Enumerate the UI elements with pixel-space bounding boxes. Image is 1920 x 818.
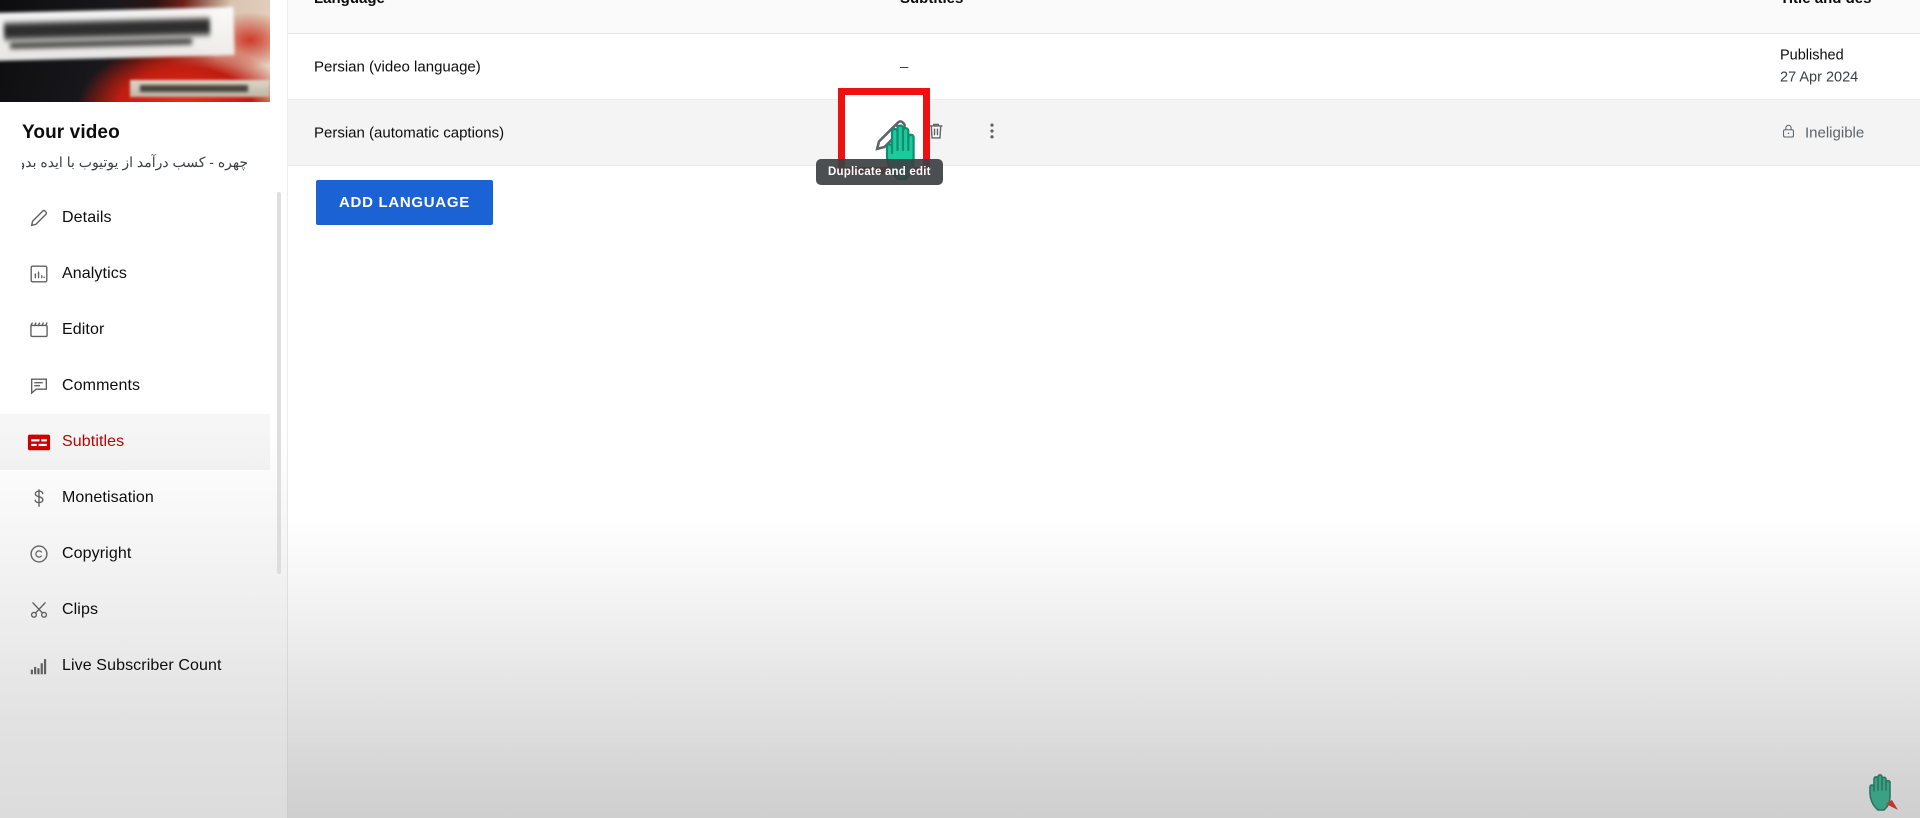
column-header-title-and-description: Title and des [1780, 0, 1871, 7]
scissors-icon [16, 599, 62, 621]
table-row[interactable]: Persian (automatic captions) Duplicate a… [288, 87, 1920, 185]
kebab-menu-icon [981, 120, 1003, 145]
table-row[interactable]: Persian (video language) – Published 27 … [288, 34, 1920, 100]
copyright-icon [16, 543, 62, 565]
sidebar-item-analytics[interactable]: Analytics [0, 246, 270, 302]
row-status: Published 27 Apr 2024 [1780, 44, 1858, 89]
video-meta: Your video چهره - کسب درآمد از یوتیوب با… [0, 102, 270, 171]
sidebar-item-editor[interactable]: Editor [0, 302, 270, 358]
duplicate-and-edit-button[interactable]: Duplicate and edit [816, 87, 943, 185]
video-sidebar: Your video چهره - کسب درآمد از یوتیوب با… [0, 0, 288, 818]
delete-button[interactable] [916, 113, 956, 153]
sidebar-item-label: Analytics [62, 265, 127, 282]
status-badge: Ineligible [1805, 124, 1865, 141]
sidebar-item-details[interactable]: Details [0, 190, 270, 246]
row-language: Persian (video language) [314, 58, 481, 75]
subtitles-icon [16, 431, 62, 453]
sidebar-item-label: Editor [62, 321, 105, 338]
row-status: Ineligible [1780, 122, 1864, 143]
bar-chart-icon [16, 655, 62, 677]
column-header-subtitles: Subtitles [900, 0, 963, 7]
sidebar-item-monetisation[interactable]: Monetisation [0, 470, 270, 526]
sidebar-item-copyright[interactable]: Copyright [0, 526, 270, 582]
comment-icon [16, 375, 62, 397]
subtitles-table-header: Language Subtitles Title and des [288, 0, 1920, 34]
pencil-edit-icon [868, 114, 912, 158]
analytics-icon [16, 263, 62, 285]
column-header-language: Language [314, 0, 385, 7]
row-action-group: Duplicate and edit [816, 87, 1012, 185]
sidebar-item-subtitles[interactable]: Subtitles [0, 414, 270, 470]
pencil-icon [16, 207, 62, 229]
sidebar-item-label: Monetisation [62, 489, 154, 506]
sidebar-item-label: Subtitles [62, 433, 125, 450]
tooltip: Duplicate and edit [816, 158, 943, 185]
lock-icon [1780, 122, 1797, 143]
sidebar-nav: Details Analytics Editor Comments Subtit… [0, 190, 270, 694]
studio-subtitles-page: Your video چهره - کسب درآمد از یوتیوب با… [0, 0, 1920, 818]
sidebar-item-live-subscriber-count[interactable]: Live Subscriber Count [0, 638, 270, 694]
cursor-watermark-icon [1862, 770, 1908, 814]
video-title-text: چهره - کسب درآمد از یوتیوب با ایده بدون … [22, 154, 248, 170]
add-language-button[interactable]: ADD LANGUAGE [316, 180, 493, 225]
video-section-title: Your video [22, 122, 120, 143]
sidebar-item-label: Live Subscriber Count [62, 657, 222, 674]
sidebar-item-comments[interactable]: Comments [0, 358, 270, 414]
subtitles-main-panel: Language Subtitles Title and des Persian… [288, 0, 1920, 818]
thumbnail-lower-chip-text [140, 85, 248, 92]
status-badge: Published [1780, 47, 1844, 64]
sidebar-scrollbar[interactable] [277, 192, 281, 574]
trash-icon [925, 120, 947, 145]
sidebar-item-clips[interactable]: Clips [0, 582, 270, 638]
sidebar-item-label: Details [62, 209, 112, 226]
sidebar-item-label: Clips [62, 601, 99, 618]
sidebar-item-label: Copyright [62, 545, 132, 562]
more-options-button[interactable] [972, 113, 1012, 153]
row-language: Persian (automatic captions) [314, 124, 505, 141]
dollar-icon [16, 487, 62, 509]
sidebar-item-label: Comments [62, 377, 141, 394]
status-date: 27 Apr 2024 [1780, 69, 1859, 86]
clapperboard-icon [16, 319, 62, 341]
row-subtitles: – [900, 58, 909, 75]
video-thumbnail[interactable] [0, 0, 270, 102]
